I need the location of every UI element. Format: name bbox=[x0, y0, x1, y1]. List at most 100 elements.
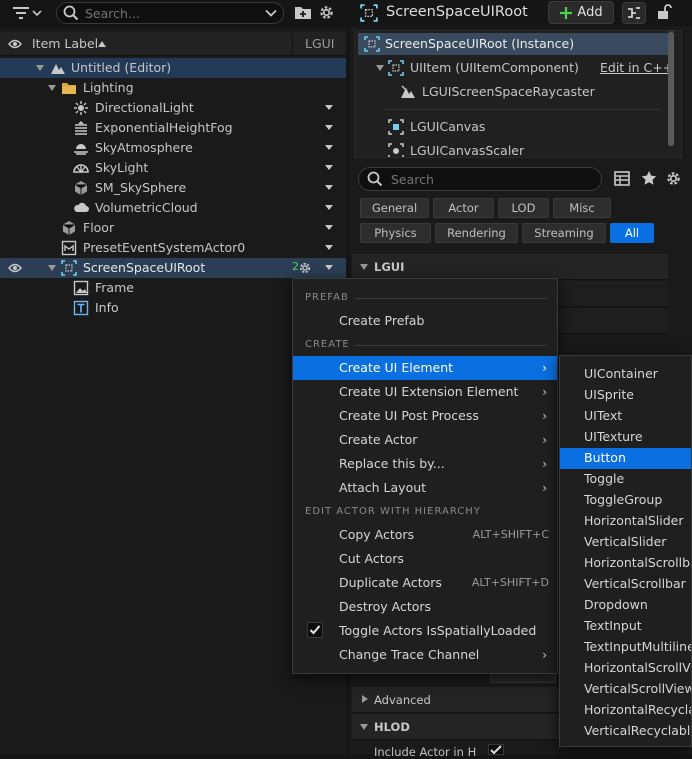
submenu-uitexture[interactable]: UITexture bbox=[560, 427, 691, 448]
expand-arrow-icon[interactable] bbox=[362, 695, 368, 703]
add-folder-icon[interactable] bbox=[294, 4, 312, 20]
include-actor-checkbox[interactable] bbox=[488, 744, 504, 755]
column-item-label[interactable]: Item Label bbox=[32, 36, 98, 51]
menu-replace-this-by[interactable]: Replace this by... › bbox=[293, 452, 557, 476]
row-dropdown-arrow-icon[interactable] bbox=[325, 205, 333, 210]
filter-actor[interactable]: Actor bbox=[433, 198, 494, 218]
gear-icon[interactable] bbox=[298, 261, 312, 275]
tree-row-directionallight[interactable]: DirectionalLight bbox=[0, 98, 346, 118]
fog-icon bbox=[75, 121, 87, 135]
tree-row-skylight[interactable]: SkyLight bbox=[0, 158, 346, 178]
collapse-arrow-icon[interactable] bbox=[360, 264, 368, 270]
submenu-verticalslider[interactable]: VerticalSlider bbox=[560, 532, 691, 553]
category-lgui[interactable]: LGUI bbox=[352, 254, 668, 280]
blueprint-icon[interactable] bbox=[622, 2, 646, 24]
menu-create-actor[interactable]: Create Actor › bbox=[293, 428, 557, 452]
menu-copy-actors[interactable]: Copy Actors ALT+SHIFT+C bbox=[293, 523, 557, 547]
details-search-input[interactable] bbox=[391, 171, 541, 187]
submenu-horizontalscrollbar[interactable]: HorizontalScrollbar bbox=[560, 553, 691, 574]
submenu-textinputmultiline[interactable]: TextInputMultiline bbox=[560, 637, 691, 658]
submenu-uisprite[interactable]: UISprite bbox=[560, 385, 691, 406]
menu-destroy-actors[interactable]: Destroy Actors bbox=[293, 595, 557, 619]
tree-row-lighting[interactable]: Lighting bbox=[0, 78, 346, 98]
submenu-verticalscrollbar[interactable]: VerticalScrollbar bbox=[560, 574, 691, 595]
details-search-box[interactable] bbox=[358, 167, 602, 191]
add-component-button[interactable]: Add bbox=[548, 1, 614, 24]
table-view-icon[interactable] bbox=[614, 171, 630, 186]
lock-icon[interactable] bbox=[656, 4, 672, 20]
component-row-lguicanvasscaler[interactable]: LGUICanvasScaler bbox=[358, 140, 672, 157]
submenu-togglegroup[interactable]: ToggleGroup bbox=[560, 490, 691, 511]
filter-misc[interactable]: Misc bbox=[553, 198, 611, 218]
edit-in-cpp-link[interactable]: Edit in C++ bbox=[600, 60, 673, 75]
component-row-uiitem[interactable]: UIItem (UIItemComponent) Edit in C++ bbox=[358, 57, 673, 79]
filter-streaming[interactable]: Streaming bbox=[522, 223, 606, 243]
spatially-loaded-checkbox[interactable] bbox=[307, 622, 323, 638]
menu-create-ui-extension-element[interactable]: Create UI Extension Element › bbox=[293, 380, 557, 404]
submenu-dropdown[interactable]: Dropdown bbox=[560, 595, 691, 616]
tree-row-floor[interactable]: Floor bbox=[0, 218, 346, 238]
collapse-arrow-icon[interactable] bbox=[376, 65, 384, 71]
component-row-lguicanvas[interactable]: LGUICanvas bbox=[358, 116, 672, 138]
row-dropdown-arrow-icon[interactable] bbox=[325, 225, 333, 230]
tree-row-screenspaceuiroot[interactable]: ScreenSpaceUIRoot 2 bbox=[0, 258, 346, 278]
component-row-raycaster[interactable]: LGUIScreenSpaceRaycaster bbox=[358, 81, 672, 103]
tree-row-sm-skysphere[interactable]: SM_SkySphere bbox=[0, 178, 346, 198]
submenu-uicontainer[interactable]: UIContainer bbox=[560, 364, 691, 385]
row-dropdown-arrow-icon[interactable] bbox=[325, 245, 333, 250]
filter-general[interactable]: General bbox=[360, 198, 429, 218]
gear-icon[interactable] bbox=[665, 170, 682, 187]
submenu-verticalscrollview[interactable]: VerticalScrollView bbox=[560, 679, 691, 700]
star-icon[interactable] bbox=[641, 170, 657, 186]
tree-row-preseteventsystemactor0[interactable]: PresetEventSystemActor0 bbox=[0, 238, 346, 258]
menu-create-ui-element[interactable]: Create UI Element › bbox=[293, 356, 557, 380]
menu-attach-layout[interactable]: Attach Layout › bbox=[293, 476, 557, 500]
row-dropdown-arrow-icon[interactable] bbox=[325, 165, 333, 170]
menu-change-trace-channel[interactable]: Change Trace Channel › bbox=[293, 643, 557, 667]
submenu-horizontalrecyclablescrollview[interactable]: HorizontalRecyclableScrollView bbox=[560, 700, 691, 721]
row-dropdown-arrow-icon[interactable] bbox=[325, 125, 333, 130]
submenu-horizontalscrollview[interactable]: HorizontalScrollView bbox=[560, 658, 691, 679]
collapse-arrow-icon[interactable] bbox=[36, 65, 44, 71]
collapse-arrow-icon[interactable] bbox=[48, 85, 56, 91]
sort-ascending-icon[interactable] bbox=[98, 41, 106, 47]
menu-toggle-spatially-loaded[interactable]: Toggle Actors IsSpatiallyLoaded bbox=[293, 619, 557, 643]
row-dropdown-arrow-icon[interactable] bbox=[325, 145, 333, 150]
menu-duplicate-actors[interactable]: Duplicate Actors ALT+SHIFT+D bbox=[293, 571, 557, 595]
component-row-instance[interactable]: ScreenSpaceUIRoot (Instance) bbox=[358, 33, 672, 55]
filter-all[interactable]: All bbox=[610, 223, 654, 243]
submenu-toggle[interactable]: Toggle bbox=[560, 469, 691, 490]
filter-button[interactable] bbox=[8, 3, 48, 23]
submenu-horizontalslider[interactable]: HorizontalSlider bbox=[560, 511, 691, 532]
component-tree-scrollbar[interactable] bbox=[668, 30, 674, 146]
row-dropdown-arrow-icon[interactable] bbox=[325, 105, 333, 110]
filter-rendering[interactable]: Rendering bbox=[435, 223, 518, 243]
submenu-button[interactable]: Button bbox=[560, 448, 691, 469]
visibility-eye-icon[interactable] bbox=[8, 38, 22, 50]
chevron-down-icon[interactable] bbox=[265, 9, 277, 17]
collapse-arrow-icon[interactable] bbox=[360, 724, 368, 730]
outliner-search-input[interactable] bbox=[85, 5, 235, 21]
tree-row-label: Frame bbox=[95, 280, 134, 295]
menu-create-prefab[interactable]: Create Prefab bbox=[293, 309, 557, 333]
tree-row-exponentialheightfog[interactable]: ExponentialHeightFog bbox=[0, 118, 346, 138]
collapse-arrow-icon[interactable] bbox=[48, 265, 56, 271]
submenu-verticalrecyclablescrollview[interactable]: VerticalRecyclableScrollView bbox=[560, 721, 691, 742]
submenu-uitext[interactable]: UIText bbox=[560, 406, 691, 427]
tree-row-untitled-editor[interactable]: Untitled (Editor) bbox=[0, 58, 346, 78]
menu-create-ui-post-process[interactable]: Create UI Post Process › bbox=[293, 404, 557, 428]
visibility-eye-icon[interactable] bbox=[8, 262, 22, 274]
raycaster-icon bbox=[401, 85, 415, 98]
tree-row-volumetriccloud[interactable]: VolumetricCloud bbox=[0, 198, 346, 218]
outliner-search-box[interactable] bbox=[56, 2, 284, 24]
tree-row-skyatmosphere[interactable]: SkyAtmosphere bbox=[0, 138, 346, 158]
submenu-textinput[interactable]: TextInput bbox=[560, 616, 691, 637]
gear-icon[interactable] bbox=[318, 4, 335, 21]
filter-lod[interactable]: LOD bbox=[498, 198, 549, 218]
filter-physics[interactable]: Physics bbox=[360, 223, 431, 243]
column-lgui[interactable]: LGUI bbox=[305, 36, 335, 51]
menu-cut-actors[interactable]: Cut Actors bbox=[293, 547, 557, 571]
row-dropdown-arrow-icon[interactable] bbox=[325, 265, 333, 270]
scrollbar-thumb[interactable] bbox=[668, 32, 674, 146]
row-dropdown-arrow-icon[interactable] bbox=[325, 185, 333, 190]
